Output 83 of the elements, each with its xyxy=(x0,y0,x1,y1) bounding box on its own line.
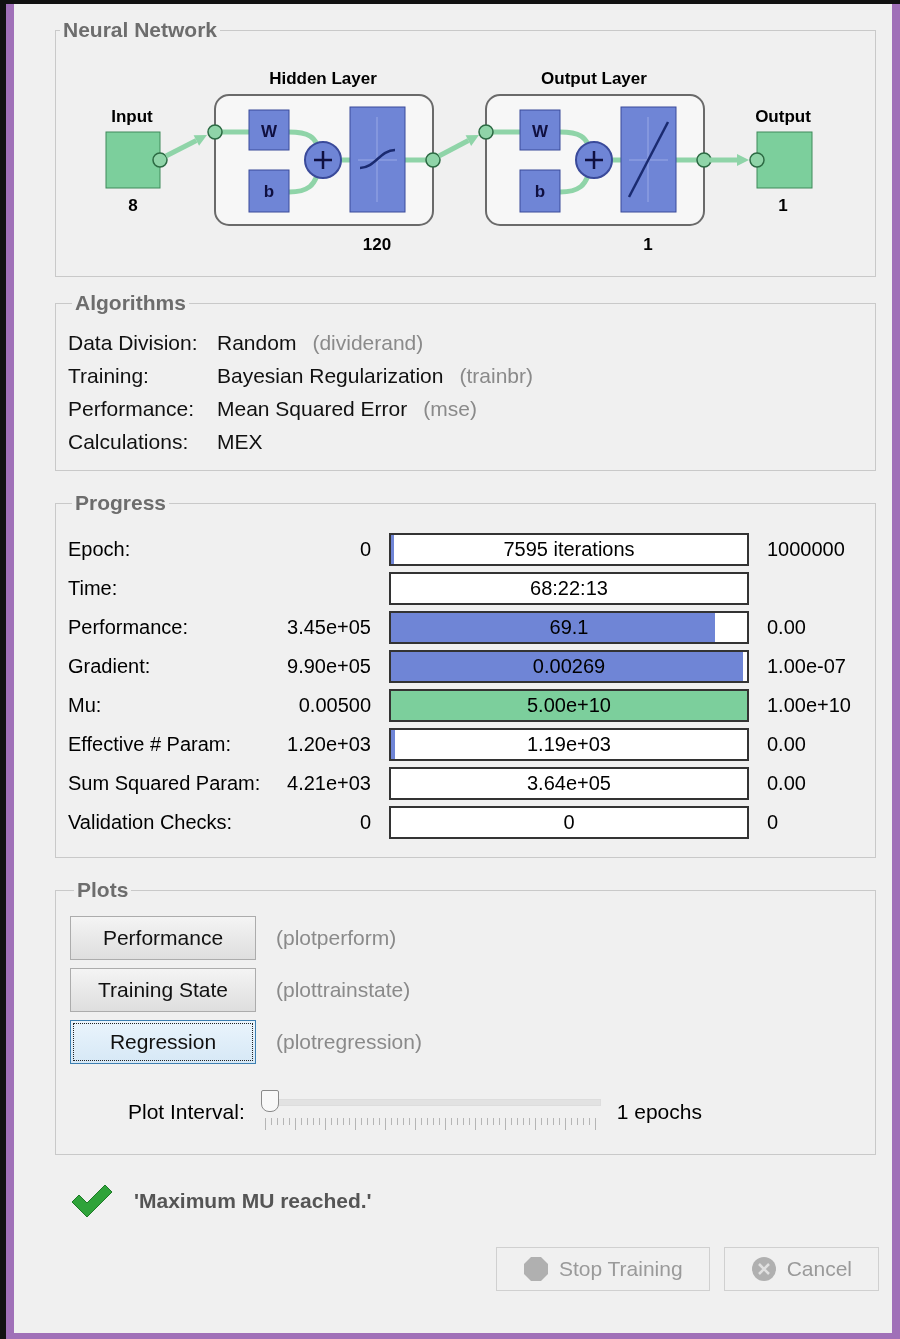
connection-arrow xyxy=(710,154,749,166)
section-title: Progress xyxy=(74,491,168,515)
sum-icon xyxy=(575,141,613,179)
algorithm-label: Performance: xyxy=(68,397,196,421)
stop-icon xyxy=(522,1256,549,1282)
start-value: 0 xyxy=(358,811,371,834)
output-size: 1 xyxy=(778,196,788,215)
layer-size: 120 xyxy=(362,235,392,254)
start-value: 9.90e+05 xyxy=(286,655,371,678)
progress-value: 5.00e+10 xyxy=(527,694,611,717)
progress-label: Time: xyxy=(68,577,119,600)
algorithm-label: Data Division: xyxy=(68,331,199,355)
port-circle xyxy=(749,152,765,168)
input-label: Input xyxy=(111,107,153,126)
input-size: 8 xyxy=(128,196,138,215)
target-value: 1.00e+10 xyxy=(767,694,852,717)
target-value: 1.00e-07 xyxy=(767,655,847,678)
port-circle xyxy=(696,152,712,168)
progress-value: 1.19e+03 xyxy=(527,733,611,756)
algorithm-label: Training: xyxy=(68,364,150,388)
algorithm-value: Bayesian Regularization xyxy=(217,364,444,387)
section-title: Algorithms xyxy=(74,291,187,315)
layer-title: Hidden Layer xyxy=(269,69,377,88)
function-name: (dividerand) xyxy=(312,331,424,354)
algorithm-value: MEX xyxy=(217,430,263,453)
progress-label: Validation Checks: xyxy=(68,811,234,834)
section-title: Plots xyxy=(76,878,130,902)
target-value: 1000000 xyxy=(767,538,846,561)
slider-thumb[interactable] xyxy=(260,1090,279,1112)
function-name: (mse) xyxy=(423,397,477,420)
start-value: 1.20e+03 xyxy=(286,733,371,756)
progress-label: Epoch: xyxy=(68,538,132,561)
function-name: (trainbr) xyxy=(459,364,533,387)
layer-title: Output Layer xyxy=(541,69,647,88)
target-value: 0.00 xyxy=(767,616,807,639)
progress-label: Effective # Param: xyxy=(68,733,233,756)
output-label: Output xyxy=(755,107,811,126)
progress-value: 68:22:13 xyxy=(530,577,608,600)
plot-button[interactable]: Training State xyxy=(70,968,256,1012)
algorithm-label: Calculations: xyxy=(68,430,190,454)
plot-button[interactable]: Performance xyxy=(70,916,256,960)
function-name: (plotregression) xyxy=(276,1030,422,1054)
progress-label: Gradient: xyxy=(68,655,152,678)
algorithm-value: Mean Squared Error xyxy=(217,397,408,420)
bias-block: b xyxy=(248,169,290,213)
section-title: Neural Network xyxy=(62,18,219,42)
target-value: 0.00 xyxy=(767,733,807,756)
algorithm-value: Random xyxy=(217,331,297,354)
weight-block: W xyxy=(248,109,290,151)
port-circle xyxy=(478,124,494,140)
progress-value: 0.00269 xyxy=(532,655,606,678)
output-node xyxy=(756,131,813,189)
port-circle xyxy=(425,152,441,168)
target-value: 0.00 xyxy=(767,772,807,795)
port-circle xyxy=(207,124,223,140)
input-node xyxy=(105,131,161,189)
port-circle xyxy=(152,152,168,168)
target-value: 0 xyxy=(767,811,780,834)
start-value: 4.21e+03 xyxy=(286,772,371,795)
cancel-icon xyxy=(750,1256,777,1282)
progress-label: Sum Squared Param: xyxy=(68,772,262,795)
interval-reading: 1 epochs xyxy=(616,1100,702,1124)
start-value: 3.45e+05 xyxy=(286,616,371,639)
progress-label: Performance: xyxy=(68,616,190,639)
progress-value: 3.64e+05 xyxy=(527,772,611,795)
layer-size: 1 xyxy=(643,235,653,254)
plot-button[interactable]: Regression xyxy=(70,1020,256,1064)
sum-icon xyxy=(304,141,342,179)
function-name: (plottrainstate) xyxy=(276,978,411,1002)
progress-label: Mu: xyxy=(68,694,103,717)
checkmark-icon xyxy=(70,1183,114,1219)
progress-value: 69.1 xyxy=(549,616,589,639)
status-message: 'Maximum MU reached.' xyxy=(134,1189,372,1213)
bias-block: b xyxy=(519,169,561,213)
connection-arrow xyxy=(437,135,479,159)
connection-arrow xyxy=(164,135,207,159)
start-value: 0 xyxy=(358,538,371,561)
plot-interval-label: Plot Interval: xyxy=(128,1100,245,1124)
start-value: 0.00500 xyxy=(297,694,371,717)
function-name: (plotperform) xyxy=(276,926,397,950)
weight-block: W xyxy=(519,109,561,151)
progress-value: 0 xyxy=(563,811,575,834)
progress-value: 7595 iterations xyxy=(503,538,635,561)
